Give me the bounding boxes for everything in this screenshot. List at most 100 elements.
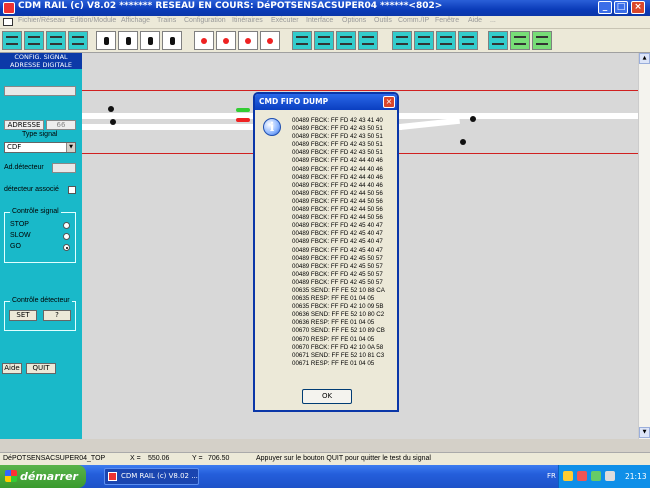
dump-line: 00489 FBCK: FF FD 42 45 40 47 — [292, 222, 383, 230]
dump-line: 00489 FBCK: FF FD 42 44 40 46 — [292, 181, 383, 189]
radio-go-label: GO — [10, 243, 21, 250]
tray-icon-3[interactable] — [591, 471, 601, 481]
start-button[interactable]: démarrer — [0, 465, 86, 488]
menu-outils[interactable]: Outils — [374, 17, 392, 24]
tool-route-3[interactable] — [436, 31, 456, 50]
taskbar-app-button[interactable]: CDM RAIL (c) V8.02 ... — [104, 468, 199, 485]
menu-trains[interactable]: Trains — [157, 17, 176, 24]
tool-signal-4[interactable] — [162, 31, 182, 50]
document-icon[interactable] — [3, 18, 13, 26]
light-icon — [223, 38, 229, 44]
track-icon — [6, 36, 18, 45]
menu-bar: Fichier/Réseau Edition/Module Affichage … — [0, 16, 650, 29]
tool-track-straight[interactable] — [2, 31, 22, 50]
toolbar — [0, 29, 650, 53]
signal-icon — [148, 37, 153, 45]
question-button[interactable]: ? — [43, 310, 71, 321]
tool-train-1[interactable] — [510, 31, 530, 50]
tab-second[interactable]: 66 — [46, 120, 76, 130]
tab-adresse[interactable]: ADRESSE — [4, 120, 44, 130]
dialog-close-button[interactable]: × — [383, 96, 395, 108]
tool-signal-3[interactable] — [140, 31, 160, 50]
menu-options[interactable]: Options — [342, 17, 366, 24]
quit-button[interactable]: QUIT — [26, 363, 56, 374]
dump-line: 00636 RESP: FF FE 01 04 05 — [292, 319, 375, 327]
minimize-button[interactable]: _ — [598, 1, 612, 14]
radio-stop[interactable] — [63, 222, 70, 229]
type-signal-select[interactable]: CDF ▼ — [4, 142, 76, 153]
tool-light-4[interactable] — [260, 31, 280, 50]
tool-light-1[interactable] — [194, 31, 214, 50]
address-input[interactable] — [4, 86, 76, 96]
radio-slow[interactable] — [63, 233, 70, 240]
menu-interface[interactable]: Interface — [306, 17, 333, 24]
menu-more[interactable]: ... — [490, 17, 496, 24]
dialog-title: CMD FIFO DUMP — [255, 94, 397, 110]
dump-line: 00489 FBCK: FF FD 42 45 50 57 — [292, 254, 383, 262]
module-icon — [362, 36, 374, 45]
set-button[interactable]: SET — [9, 310, 37, 321]
tool-module-2[interactable] — [314, 31, 334, 50]
signal-green-light[interactable] — [236, 108, 250, 112]
dump-line: 00489 FBCK: FF FD 42 45 50 57 — [292, 270, 383, 278]
tool-module-4[interactable] — [358, 31, 378, 50]
dots-icon — [492, 36, 504, 45]
dump-line: 00489 FBCK: FF FD 42 44 40 46 — [292, 165, 383, 173]
language-indicator[interactable]: FR — [547, 472, 556, 480]
tool-route-4[interactable] — [458, 31, 478, 50]
type-signal-label: Type signal — [22, 131, 58, 138]
scroll-up-icon[interactable]: ▲ — [639, 53, 650, 64]
tool-track-turnout[interactable] — [46, 31, 66, 50]
menu-executer[interactable]: Exécuter — [271, 17, 299, 24]
tool-signal-1[interactable] — [96, 31, 116, 50]
signal-marker[interactable] — [460, 139, 466, 145]
dump-lines: 00489 FBCK: FF FD 42 43 41 40 00489 FBCK:… — [292, 117, 385, 368]
track-turnout[interactable] — [399, 117, 460, 130]
detecteur-associe-checkbox[interactable] — [68, 186, 76, 194]
radio-go[interactable] — [63, 244, 70, 251]
tool-module-1[interactable] — [292, 31, 312, 50]
dump-line: 00635 FBCK: FF FD 42 10 09 5B — [292, 303, 384, 311]
dump-line: 00636 SEND: FF FE 52 10 80 C2 — [292, 311, 385, 319]
tool-route-1[interactable] — [392, 31, 412, 50]
tool-track-cross[interactable] — [24, 31, 44, 50]
signal-marker[interactable] — [470, 116, 476, 122]
signal-marker[interactable] — [110, 119, 116, 125]
tool-signal-2[interactable] — [118, 31, 138, 50]
tool-route-2[interactable] — [414, 31, 434, 50]
toolbar-separator — [370, 31, 372, 50]
tool-light-2[interactable] — [216, 31, 236, 50]
tool-module-3[interactable] — [336, 31, 356, 50]
tray-icon-1[interactable] — [563, 471, 573, 481]
dump-line: 00489 FBCK: FF FD 42 44 40 46 — [292, 173, 383, 181]
dump-line: 00671 RESP: FF FE 01 04 05 — [292, 359, 375, 367]
controle-detecteur-title: Contrôle détecteur — [10, 297, 72, 304]
tool-train-2[interactable] — [532, 31, 552, 50]
tray-icon-2[interactable] — [577, 471, 587, 481]
menu-aide[interactable]: Aide — [468, 17, 482, 24]
menu-configuration[interactable]: Configuration — [184, 17, 226, 24]
maximize-button[interactable]: □ — [614, 1, 628, 14]
signal-red-light[interactable] — [236, 118, 250, 122]
aide-button[interactable]: Aide — [2, 363, 22, 374]
ok-button[interactable]: OK — [302, 389, 352, 404]
status-module: DéPOTSENSACSUPER04_TOP — [3, 455, 106, 462]
menu-affichage[interactable]: Affichage — [121, 17, 150, 24]
menu-fenetre[interactable]: Fenêtre — [435, 17, 459, 24]
menu-itineraires[interactable]: Itinéraires — [232, 17, 263, 24]
scroll-down-icon[interactable]: ▼ — [639, 427, 650, 438]
dump-line: 00670 FBCK: FF FD 42 10 0A 58 — [292, 343, 384, 351]
tray-icon-4[interactable] — [605, 471, 615, 481]
signal-marker[interactable] — [108, 106, 114, 112]
menu-edition[interactable]: Edition/Module — [70, 17, 116, 24]
cmd-fifo-dump-dialog: CMD FIFO DUMP × i 00489 FBCK: FF FD 42 4… — [253, 92, 399, 412]
tool-dots[interactable] — [488, 31, 508, 50]
tool-track-junction[interactable] — [68, 31, 88, 50]
tool-light-3[interactable] — [238, 31, 258, 50]
chevron-down-icon[interactable]: ▼ — [66, 143, 75, 152]
close-button[interactable]: × — [631, 1, 645, 14]
menu-fichier[interactable]: Fichier/Réseau — [18, 17, 65, 24]
menu-comm-ip[interactable]: Comm./IP — [398, 17, 429, 24]
vertical-scrollbar[interactable]: ▲ ▼ — [638, 53, 650, 439]
ad-detecteur-input[interactable] — [52, 163, 76, 173]
